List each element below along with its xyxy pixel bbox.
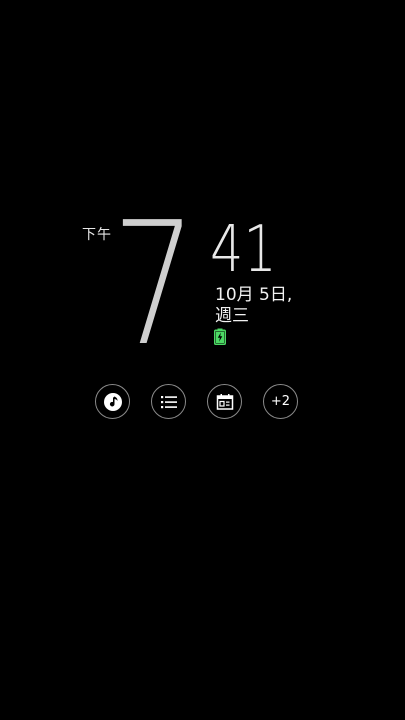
app-list-button[interactable]	[151, 384, 186, 419]
list-icon	[160, 394, 178, 410]
ampm-indicator: 下午	[82, 227, 112, 243]
clock-minute: 41	[210, 213, 277, 287]
more-apps-button[interactable]: +2	[263, 384, 298, 419]
date-text: 10月 5日,	[215, 285, 293, 305]
clock-hour: 7	[112, 186, 197, 384]
calendar-icon	[216, 393, 234, 411]
weekday-text: 週三	[215, 306, 249, 326]
aod-shortcut-bar: +2	[0, 384, 405, 424]
app-music-button[interactable]	[95, 384, 130, 419]
music-note-icon	[102, 391, 124, 413]
battery-charging-icon	[214, 328, 226, 345]
always-on-display: 下午 7 41 10月 5日, 週三 +2	[0, 0, 405, 720]
app-calendar-button[interactable]	[207, 384, 242, 419]
more-apps-count: +2	[270, 394, 291, 409]
